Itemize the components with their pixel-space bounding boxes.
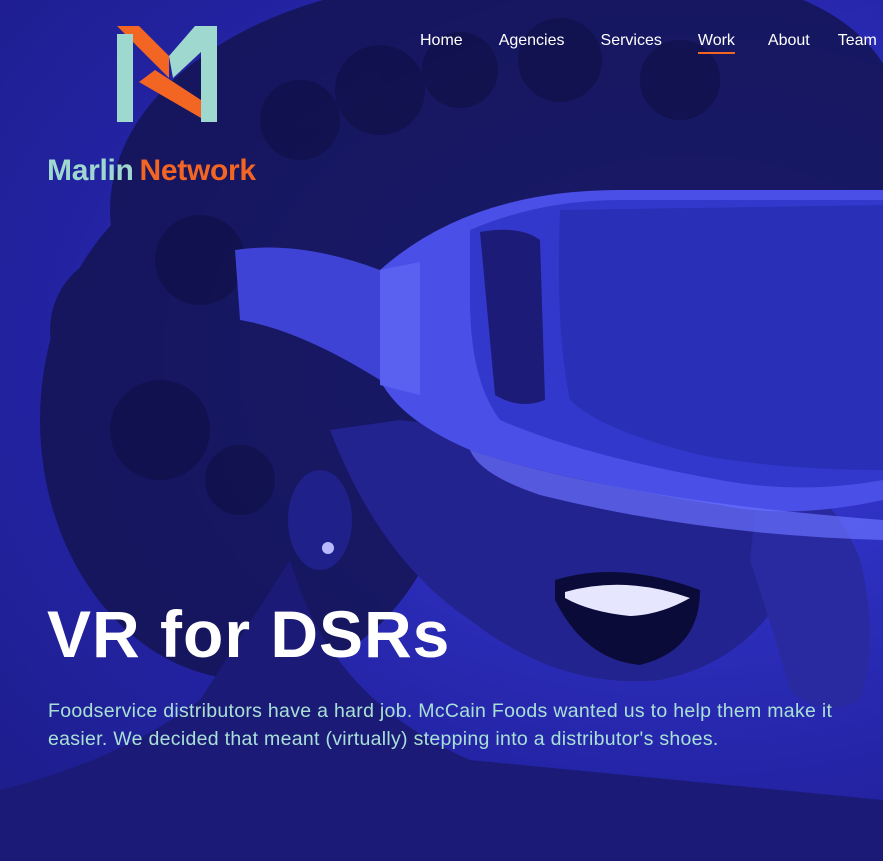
nav-item-agencies[interactable]: Agencies	[499, 32, 565, 50]
nav-item-services[interactable]: Services	[601, 32, 662, 50]
brand-name-part1: Marlin	[47, 154, 134, 187]
hero-description: Foodservice distributors have a hard job…	[48, 700, 833, 750]
hero-section: Marlin Network Home Agencies Services Wor…	[0, 0, 883, 861]
brand-name-part2: Network	[139, 154, 257, 187]
brand-logo[interactable]: Marlin Network	[47, 26, 307, 196]
hero-title: VR for DSRs	[47, 597, 451, 671]
brand-wordmark: Marlin Network	[47, 154, 256, 188]
main-nav: Home Agencies Services Work About Team	[420, 32, 883, 54]
nav-item-work[interactable]: Work	[697, 32, 735, 54]
nav-item-about[interactable]: About	[768, 32, 810, 50]
nav-item-team[interactable]: Team	[838, 32, 877, 50]
nav-item-home[interactable]: Home	[420, 32, 463, 50]
marlin-m-logo-icon	[117, 26, 217, 122]
